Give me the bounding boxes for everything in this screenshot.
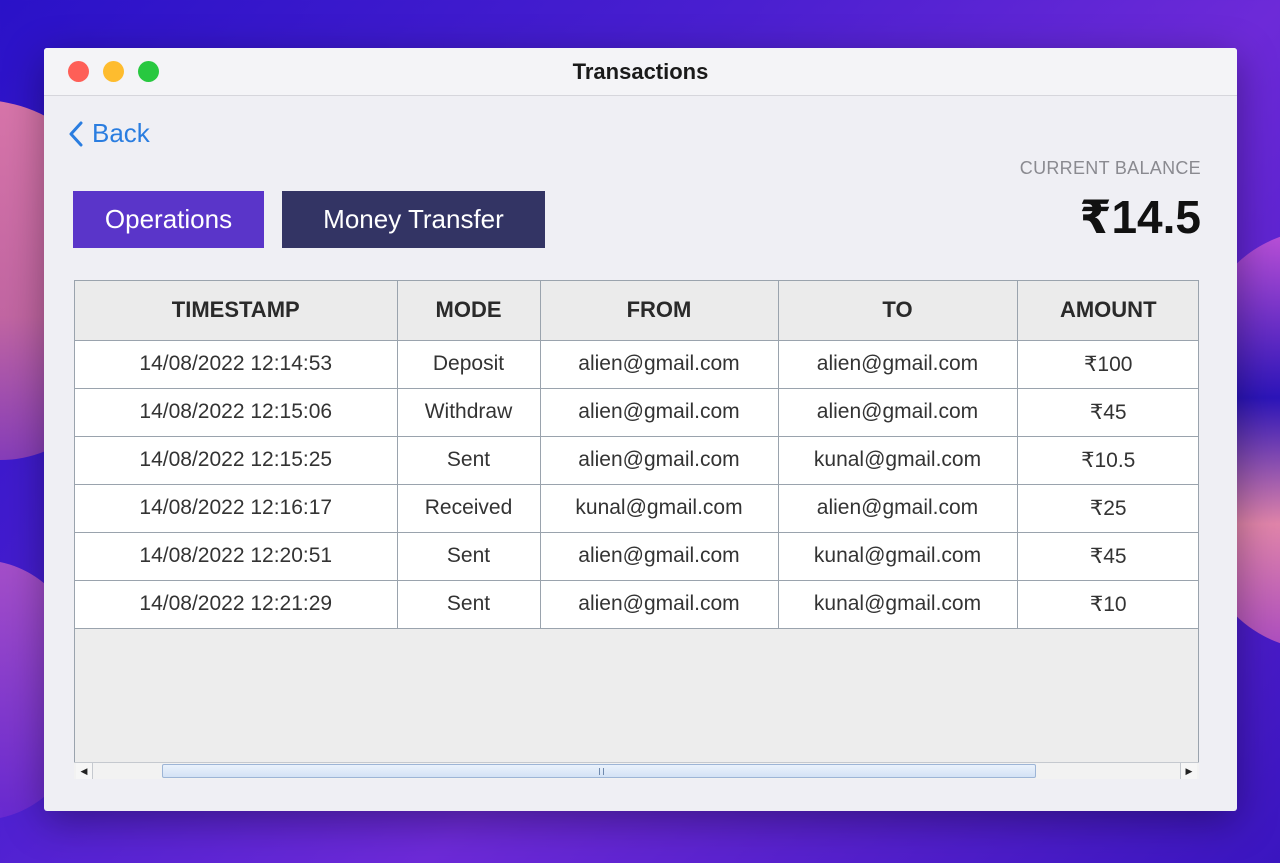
- column-header[interactable]: AMOUNT: [1017, 281, 1198, 341]
- table-row[interactable]: 14/08/2022 12:20:51 Sent alien@gmail.com…: [75, 532, 1198, 581]
- table-header-row: TIMESTAMP MODE FROM TO AMOUNT: [75, 281, 1198, 341]
- table-row[interactable]: 14/08/2022 12:16:17 Received kunal@gmail…: [75, 484, 1198, 533]
- amount-cell: ₹25: [1017, 484, 1198, 533]
- to-cell: alien@gmail.com: [778, 484, 1018, 533]
- from-cell: kunal@gmail.com: [540, 484, 779, 533]
- to-cell: kunal@gmail.com: [778, 436, 1018, 485]
- timestamp-cell: 14/08/2022 12:16:17: [75, 484, 398, 533]
- amount-cell: ₹10: [1017, 580, 1198, 629]
- from-cell: alien@gmail.com: [540, 340, 779, 389]
- mode-cell: Sent: [397, 532, 541, 581]
- minimize-window-button[interactable]: [103, 61, 124, 82]
- grip-icon: [599, 768, 604, 775]
- column-header[interactable]: TO: [778, 281, 1018, 341]
- table-row[interactable]: 14/08/2022 12:21:29 Sent alien@gmail.com…: [75, 580, 1198, 629]
- to-cell: alien@gmail.com: [778, 340, 1018, 389]
- horizontal-scrollbar[interactable]: ◀ ▶: [74, 762, 1199, 779]
- amount-cell: ₹10.5: [1017, 436, 1198, 485]
- timestamp-cell: 14/08/2022 12:21:29: [75, 580, 398, 629]
- balance-label: CURRENT BALANCE: [1019, 158, 1201, 178]
- table-row[interactable]: 14/08/2022 12:15:06 Withdraw alien@gmail…: [75, 388, 1198, 437]
- app-window: Transactions Back CURRENT BALANCE ₹14.5 …: [44, 48, 1237, 811]
- chevron-left-icon: [69, 121, 83, 146]
- title-bar: Transactions: [44, 48, 1237, 96]
- mode-cell: Deposit: [397, 340, 541, 389]
- mode-cell: Sent: [397, 580, 541, 629]
- operations-button[interactable]: Operations: [73, 191, 264, 248]
- timestamp-cell: 14/08/2022 12:20:51: [75, 532, 398, 581]
- back-link[interactable]: Back: [68, 118, 150, 149]
- scroll-right-arrow-icon[interactable]: ▶: [1180, 763, 1197, 779]
- mode-cell: Sent: [397, 436, 541, 485]
- maximize-window-button[interactable]: [138, 61, 159, 82]
- window-title: Transactions: [572, 58, 709, 84]
- mode-cell: Withdraw: [397, 388, 541, 437]
- to-cell: kunal@gmail.com: [778, 532, 1018, 581]
- transactions-table-container[interactable]: TIMESTAMP MODE FROM TO AMOUNT 14/08/2022…: [74, 280, 1199, 779]
- from-cell: alien@gmail.com: [540, 388, 779, 437]
- timestamp-cell: 14/08/2022 12:15:06: [75, 388, 398, 437]
- table-row[interactable]: 14/08/2022 12:14:53 Deposit alien@gmail.…: [75, 340, 1198, 389]
- timestamp-cell: 14/08/2022 12:14:53: [75, 340, 398, 389]
- table-row[interactable]: 14/08/2022 12:15:25 Sent alien@gmail.com…: [75, 436, 1198, 485]
- balance-value: ₹14.5: [1079, 191, 1201, 243]
- from-cell: alien@gmail.com: [540, 436, 779, 485]
- column-header[interactable]: TIMESTAMP: [75, 281, 398, 341]
- scroll-left-arrow-icon[interactable]: ◀: [76, 763, 93, 779]
- amount-cell: ₹45: [1017, 388, 1198, 437]
- from-cell: alien@gmail.com: [540, 532, 779, 581]
- back-label: Back: [92, 118, 150, 148]
- money-transfer-button[interactable]: Money Transfer: [282, 191, 545, 248]
- close-window-button[interactable]: [68, 61, 89, 82]
- amount-cell: ₹100: [1017, 340, 1198, 389]
- scrollbar-thumb[interactable]: [162, 764, 1036, 778]
- from-cell: alien@gmail.com: [540, 580, 779, 629]
- column-header[interactable]: FROM: [540, 281, 779, 341]
- to-cell: alien@gmail.com: [778, 388, 1018, 437]
- timestamp-cell: 14/08/2022 12:15:25: [75, 436, 398, 485]
- to-cell: kunal@gmail.com: [778, 580, 1018, 629]
- window-controls: [68, 61, 159, 82]
- column-header[interactable]: MODE: [397, 281, 541, 341]
- amount-cell: ₹45: [1017, 532, 1198, 581]
- transactions-table: TIMESTAMP MODE FROM TO AMOUNT 14/08/2022…: [75, 281, 1198, 629]
- mode-cell: Received: [397, 484, 541, 533]
